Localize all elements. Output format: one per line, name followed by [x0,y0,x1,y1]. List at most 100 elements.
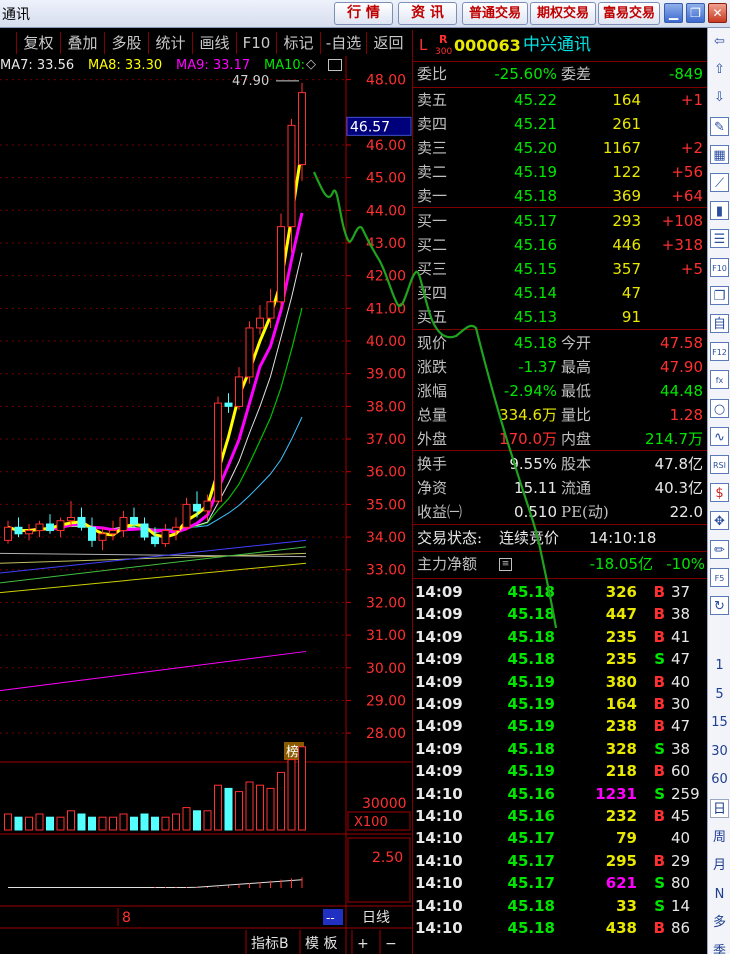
kline-chart[interactable]: 48.00 46.00 45.00 44.00 43.00 42.00 41.00 40.00… [0,56,412,954]
candle-body[interactable] [46,523,54,532]
menu-multi-stock[interactable]: 多股 [104,32,148,54]
candle-body[interactable] [256,317,264,329]
wave-icon[interactable]: ∿ [710,426,729,446]
candle-body[interactable] [287,124,296,228]
candle-body[interactable] [224,402,233,407]
option-trade-button[interactable]: 期权交易 [530,2,596,25]
list-icon[interactable]: ≡ [499,558,512,571]
main-flow-row[interactable]: 主力净额 ≡ -18.05亿 -10% [413,553,708,576]
bottom-button[interactable]: − [385,936,397,952]
candle-body[interactable] [35,523,44,532]
period-30[interactable]: 30 [710,742,729,761]
ask-row[interactable]: 卖三 45.20 1167 +2 [413,137,708,160]
candle-body[interactable] [56,520,65,532]
candle-body[interactable] [172,526,180,532]
line-chart-icon[interactable]: ⟋ [710,173,729,192]
candle-body[interactable] [25,530,33,535]
f12-icon[interactable]: F12 [710,342,729,362]
money-icon[interactable]: $ [710,483,729,503]
bid-row[interactable]: 买一 45.17 293 +108 [413,210,708,233]
period-label[interactable]: 日线 [362,910,390,926]
candle-body[interactable] [182,503,191,528]
tick-time: 14:10 [415,851,463,870]
bottom-button[interactable]: + [357,936,369,952]
close-icon[interactable]: ✕ [708,3,727,23]
period-15[interactable]: 15 [710,713,729,732]
candle-body[interactable] [298,92,306,166]
menu-remove-favorite[interactable]: -自选 [320,32,366,54]
ma10-legend: MA10: [264,58,306,73]
fuyi-trade-button[interactable]: 富易交易 [598,2,660,25]
grid-icon[interactable]: ▦ [710,144,729,164]
self-select-icon[interactable]: 自 [710,314,729,333]
bid-row[interactable]: 买三 45.15 357 +5 [413,258,708,281]
candle-body[interactable] [98,533,107,541]
candle-body[interactable] [14,526,23,535]
period-日[interactable]: 日 [710,799,729,818]
bottom-button[interactable]: 指标B [251,936,289,952]
diamond-icon[interactable]: ◇ [306,57,316,72]
candle-body[interactable] [130,516,138,525]
candle-body[interactable] [266,301,275,319]
candle-body[interactable] [151,536,159,545]
menu-back[interactable]: 返回 [366,32,410,54]
period-季[interactable]: 季 [710,942,729,954]
kline-icon[interactable]: ▮ [710,201,729,221]
period-60[interactable]: 60 [710,770,729,789]
candle-body[interactable] [245,327,254,378]
news-icon[interactable]: ❐ [710,285,729,305]
menu-mark[interactable]: 标记 [276,32,320,54]
candle-body[interactable] [140,523,149,538]
bid-row[interactable]: 买四 45.14 47 [413,282,708,305]
minimize-icon[interactable]: ▁ [664,3,683,23]
period-月[interactable]: 月 [710,856,729,875]
candle-body[interactable] [4,526,12,541]
candle-body[interactable] [235,376,243,407]
ask-row[interactable]: 卖四 45.21 261 [413,113,708,136]
menu-draw-line[interactable]: 画线 [192,32,236,54]
formula-icon[interactable]: fx [710,370,729,390]
move-icon[interactable]: ✥ [710,511,729,531]
candle-body[interactable] [88,526,96,541]
period-5[interactable]: 5 [710,685,729,704]
menu-f10[interactable]: F10 [236,32,276,54]
menu-statistics[interactable]: 统计 [148,32,192,54]
candle-body[interactable] [214,402,222,502]
refresh-icon[interactable]: ↻ [710,596,729,615]
period-周[interactable]: 周 [710,828,729,847]
ask-row[interactable]: 卖五 45.22 164 +1 [413,89,708,112]
list-icon[interactable]: ☰ [710,229,729,249]
period-多[interactable]: 多 [710,913,729,932]
bid-row[interactable]: 买五 45.13 91 [413,306,708,329]
candle-body[interactable] [109,530,117,535]
ask-row[interactable]: 卖一 45.18 369 +64 [413,185,708,208]
arrow-down-icon[interactable]: ⇩ [710,88,729,107]
candle-body[interactable] [277,226,285,303]
menu-fuquan[interactable]: 复权 [16,32,60,54]
normal-trade-button[interactable]: 普通交易 [462,2,528,25]
menu-overlay[interactable]: 叠加 [60,32,104,54]
candle-body[interactable] [67,516,75,522]
candle-body[interactable] [119,516,128,532]
bid-row[interactable]: 买二 45.16 446 +318 [413,234,708,257]
arrow-left-icon[interactable]: ⇦ [710,32,729,51]
bottom-button[interactable]: 模 板 [305,936,337,952]
period-N[interactable]: N [710,885,729,904]
news-button[interactable]: 资 讯 [398,2,457,25]
quote-button[interactable]: 行 情 [334,2,393,25]
candle-body[interactable] [77,516,86,528]
pencil-icon[interactable]: ✏ [710,539,729,559]
candle-body[interactable] [203,500,212,512]
panel-toggle-icon[interactable] [328,59,342,71]
f5-icon[interactable]: F5 [710,567,729,587]
candle-body[interactable] [161,530,170,545]
ask-row[interactable]: 卖二 45.19 122 +56 [413,161,708,184]
arrow-up-icon[interactable]: ⇧ [710,60,729,79]
candle-body[interactable] [193,503,201,512]
f10-icon[interactable]: F10 [710,257,729,277]
circle-icon[interactable]: ○ [710,398,729,418]
restore-icon[interactable]: ❐ [686,3,705,23]
note-icon[interactable]: ✎ [710,116,729,136]
rsi-icon[interactable]: RSI [710,455,729,474]
period-1[interactable]: 1 [710,656,729,675]
